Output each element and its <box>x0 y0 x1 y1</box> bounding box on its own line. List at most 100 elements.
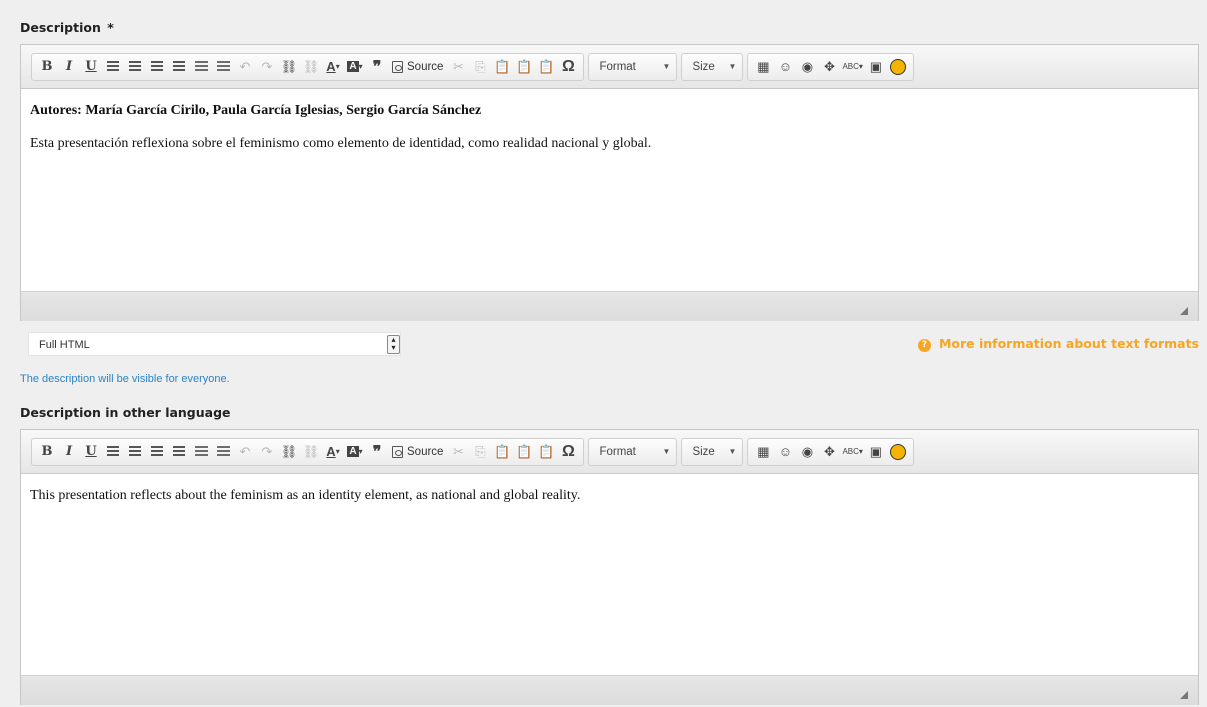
text-color-icon: A <box>326 59 336 74</box>
maximize-button[interactable]: ✥ <box>818 441 840 463</box>
source-icon <box>392 445 403 458</box>
unlink-icon: ⛓ <box>302 443 320 459</box>
resize-handle-icon[interactable] <box>1180 307 1188 315</box>
maximize-button[interactable]: ✥ <box>818 56 840 78</box>
align-left-icon <box>107 446 119 457</box>
blockquote-icon: ❞ <box>372 443 382 461</box>
cut-icon: ✂ <box>452 58 464 74</box>
align-center-icon <box>129 446 141 457</box>
image-button[interactable]: ▣ <box>865 56 887 78</box>
other-language-text: This presentation reflects about the fem… <box>30 488 581 503</box>
numbered-list-button[interactable] <box>212 56 234 78</box>
bold-button[interactable]: B <box>36 56 58 78</box>
text-color-button[interactable]: A ▾ <box>322 441 344 463</box>
unlink-button[interactable]: ⛓ <box>300 56 322 78</box>
globe-button[interactable]: ◉ <box>796 56 818 78</box>
paste-button[interactable]: 📋 <box>491 56 513 78</box>
bg-color-icon: A <box>347 446 359 457</box>
source-button[interactable]: Source <box>388 56 447 78</box>
more-info-link[interactable]: ? More information about text formats <box>917 336 1199 352</box>
cut-button[interactable]: ✂ <box>447 56 469 78</box>
align-left-button[interactable] <box>102 56 124 78</box>
justify-icon <box>173 61 185 72</box>
description-content[interactable]: Autores: María García Cirilo, Paula Garc… <box>21 89 1198 291</box>
cut-button[interactable]: ✂ <box>447 441 469 463</box>
blockquote-button[interactable]: ❞ <box>366 56 388 78</box>
source-button[interactable]: Source <box>388 441 447 463</box>
paste-word-icon: 📋 <box>538 443 555 459</box>
question-icon: ? <box>917 339 931 352</box>
paste-word-icon: 📋 <box>538 58 555 74</box>
text-color-button[interactable]: A ▾ <box>322 56 344 78</box>
size-dropdown[interactable]: Size ▼ <box>681 52 744 81</box>
paste-text-icon: 📋 <box>516 443 533 459</box>
spellcheck-button[interactable]: ABC ▾ <box>840 441 864 463</box>
italic-button[interactable]: I <box>58 441 80 463</box>
bold-button[interactable]: B <box>36 441 58 463</box>
table-button[interactable]: ▦ <box>752 441 774 463</box>
emoji-button[interactable] <box>887 441 909 463</box>
spellcheck-icon: ABC <box>842 62 859 71</box>
align-center-button[interactable] <box>124 56 146 78</box>
paste-text-button[interactable]: 📋 <box>513 441 535 463</box>
align-right-button[interactable] <box>146 441 168 463</box>
link-button[interactable]: ⛓ <box>278 441 300 463</box>
bg-color-button[interactable]: A ▾ <box>344 56 366 78</box>
smiley-button[interactable]: ☺ <box>774 441 796 463</box>
size-dropdown[interactable]: Size ▼ <box>681 437 744 466</box>
paste-text-button[interactable]: 📋 <box>513 56 535 78</box>
resize-handle-icon[interactable] <box>1180 691 1188 699</box>
bulleted-list-icon <box>194 446 208 457</box>
editor-bottom-bar <box>21 675 1198 705</box>
align-left-button[interactable] <box>102 441 124 463</box>
paste-icon: 📋 <box>494 58 511 74</box>
other-language-content[interactable]: This presentation reflects about the fem… <box>21 474 1198 675</box>
image-button[interactable]: ▣ <box>865 441 887 463</box>
special-char-button[interactable]: Ω <box>557 441 579 463</box>
blockquote-icon: ❞ <box>372 58 382 76</box>
bulleted-list-button[interactable] <box>190 441 212 463</box>
numbered-list-button[interactable] <box>212 441 234 463</box>
underline-button[interactable]: U <box>80 56 102 78</box>
paste-button[interactable]: 📋 <box>491 441 513 463</box>
text-format-select[interactable]: Full HTML ▴ ▾ <box>28 332 401 356</box>
other-language-editor[interactable]: B I U ↶ ↷ ⛓ ⛓ A ▾ A ▾ ❞ Source ✂ ⎘ 📋 📋 📋 Ω… <box>20 429 1199 705</box>
justify-button[interactable] <box>168 56 190 78</box>
copy-button[interactable]: ⎘ <box>469 441 491 463</box>
editor-toolbar: B I U ↶ ↷ ⛓ ⛓ A ▾ A ▾ ❞ Source ✂ ⎘ 📋 📋 📋 Ω… <box>21 430 1198 474</box>
redo-button[interactable]: ↷ <box>256 441 278 463</box>
underline-button[interactable]: U <box>80 441 102 463</box>
chevron-down-icon: ▼ <box>662 447 671 456</box>
format-dropdown[interactable]: Format ▼ <box>588 52 678 81</box>
special-char-button[interactable]: Ω <box>557 56 579 78</box>
format-dropdown[interactable]: Format ▼ <box>588 437 678 466</box>
table-button[interactable]: ▦ <box>752 56 774 78</box>
image-icon: ▣ <box>869 58 883 74</box>
blockquote-button[interactable]: ❞ <box>366 441 388 463</box>
table-icon: ▦ <box>757 58 770 74</box>
emoji-button[interactable] <box>887 56 909 78</box>
smiley-button[interactable]: ☺ <box>774 56 796 78</box>
spellcheck-button[interactable]: ABC ▾ <box>840 56 864 78</box>
align-right-button[interactable] <box>146 56 168 78</box>
link-icon: ⛓ <box>280 58 298 74</box>
description-editor[interactable]: B I U ↶ ↷ ⛓ ⛓ A ▾ A ▾ ❞ Source ✂ ⎘ 📋 📋 📋 Ω… <box>20 44 1199 321</box>
bg-color-button[interactable]: A ▾ <box>344 441 366 463</box>
bulleted-list-icon <box>194 61 208 72</box>
justify-button[interactable] <box>168 441 190 463</box>
redo-button[interactable]: ↷ <box>256 56 278 78</box>
link-button[interactable]: ⛓ <box>278 56 300 78</box>
copy-button[interactable]: ⎘ <box>469 56 491 78</box>
italic-button[interactable]: I <box>58 56 80 78</box>
globe-button[interactable]: ◉ <box>796 441 818 463</box>
text-format-row: Full HTML ▴ ▾ ? More information about tex… <box>20 330 1199 358</box>
paste-word-button[interactable]: 📋 <box>535 56 557 78</box>
unlink-button[interactable]: ⛓ <box>300 441 322 463</box>
align-center-button[interactable] <box>124 441 146 463</box>
smiley-icon: ☺ <box>778 444 793 459</box>
bulleted-list-button[interactable] <box>190 56 212 78</box>
paste-word-button[interactable]: 📋 <box>535 441 557 463</box>
undo-button[interactable]: ↶ <box>234 56 256 78</box>
other-language-label: Description in other language <box>20 405 231 420</box>
undo-button[interactable]: ↶ <box>234 441 256 463</box>
